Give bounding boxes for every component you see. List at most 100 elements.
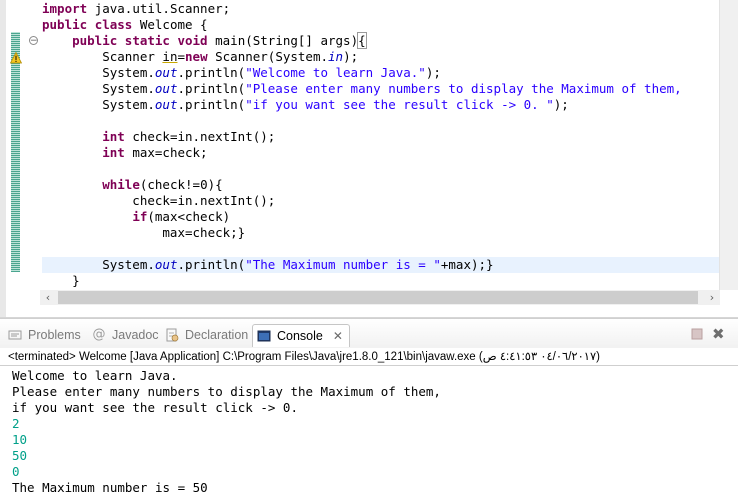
code-token: .println( bbox=[177, 257, 246, 272]
code-token: import bbox=[42, 1, 95, 16]
code-token: (check!=0){ bbox=[139, 177, 223, 192]
tab-declaration[interactable]: Declaration bbox=[161, 324, 248, 346]
console-output-line: Welcome to learn Java. bbox=[12, 368, 178, 383]
remove-launch-icon[interactable]: ✖ bbox=[712, 327, 726, 342]
code-token: java.util.Scanner; bbox=[94, 1, 231, 16]
javadoc-icon: @ bbox=[92, 327, 106, 342]
code-token: System. bbox=[42, 257, 155, 272]
code-token: public bbox=[42, 17, 95, 32]
horizontal-scrollbar[interactable]: ‹ › bbox=[40, 290, 720, 305]
declaration-icon bbox=[166, 328, 179, 342]
code-token: { bbox=[357, 32, 367, 49]
code-token: class bbox=[94, 17, 140, 32]
code-token: .println( bbox=[177, 81, 246, 96]
code-token: Welcome { bbox=[139, 17, 208, 32]
code-token: out bbox=[154, 81, 178, 96]
code-token: out bbox=[154, 97, 178, 112]
code-token: in bbox=[162, 49, 178, 64]
console-output-line: The Maximum number is = 50 bbox=[12, 480, 208, 495]
code-editor[interactable]: − import java.util.Scanner; public class … bbox=[0, 0, 738, 318]
code-token: "Please enter many numbers to display th… bbox=[245, 81, 682, 96]
console-output-area[interactable]: Welcome to learn Java. Please enter many … bbox=[0, 367, 738, 504]
code-line: } bbox=[42, 273, 80, 289]
code-line: if(max<check) bbox=[42, 209, 230, 225]
code-line: int check=in.nextInt(); bbox=[42, 129, 275, 145]
code-token: int bbox=[102, 145, 133, 160]
view-tab-bar: Problems @ Javadoc Declaration Console ✕… bbox=[0, 318, 738, 349]
code-token: public bbox=[72, 33, 125, 48]
code-token: +max);} bbox=[440, 257, 494, 272]
console-input-line: 10 bbox=[12, 432, 28, 447]
scroll-right-arrow-icon[interactable]: › bbox=[704, 290, 720, 305]
scroll-left-arrow-icon[interactable]: ‹ bbox=[40, 290, 56, 305]
code-token: while bbox=[102, 177, 140, 192]
code-token: "Welcome to learn Java." bbox=[245, 65, 426, 80]
tab-javadoc[interactable]: @ Javadoc bbox=[88, 324, 159, 346]
console-input-line: 0 bbox=[12, 464, 20, 479]
quick-diff-change-bar bbox=[11, 32, 20, 272]
code-line: System.out.println("if you want see the … bbox=[42, 97, 569, 113]
tab-console-label: Console bbox=[277, 329, 323, 343]
code-token: System. bbox=[42, 65, 155, 80]
code-token: void bbox=[177, 33, 216, 48]
code-token: check=in.nextInt(); bbox=[42, 193, 276, 208]
code-token: = bbox=[177, 49, 186, 64]
console-output-line: Please enter many numbers to display the… bbox=[12, 384, 441, 399]
code-token: static bbox=[124, 33, 178, 48]
code-line: import java.util.Scanner; bbox=[42, 1, 230, 17]
code-token: Scanner(System. bbox=[215, 49, 329, 64]
code-token: "if you want see the result click -> 0. … bbox=[245, 97, 554, 112]
tab-javadoc-label: Javadoc bbox=[112, 328, 159, 342]
terminate-icon[interactable] bbox=[690, 327, 704, 341]
code-token: out bbox=[154, 65, 178, 80]
tab-declaration-label: Declaration bbox=[185, 328, 249, 342]
console-output-line: if you want see the result click -> 0. bbox=[12, 400, 298, 415]
warning-icon[interactable] bbox=[10, 52, 22, 64]
code-token: .println( bbox=[177, 97, 246, 112]
code-token: System. bbox=[42, 81, 155, 96]
code-token: main(String[] args) bbox=[215, 33, 359, 48]
code-line: Scanner in=new Scanner(System.in); bbox=[42, 49, 358, 65]
problems-icon bbox=[8, 330, 22, 340]
code-token: ); bbox=[343, 49, 359, 64]
console-icon bbox=[257, 330, 271, 342]
tab-problems[interactable]: Problems bbox=[4, 324, 81, 346]
code-token: new bbox=[185, 49, 216, 64]
code-token: if bbox=[132, 209, 148, 224]
code-line: check=in.nextInt(); bbox=[42, 193, 275, 209]
code-token: in bbox=[328, 49, 344, 64]
code-token: System. bbox=[42, 97, 155, 112]
code-token: ); bbox=[425, 65, 441, 80]
console-input-line: 2 bbox=[12, 416, 20, 431]
code-token: int bbox=[102, 129, 133, 144]
console-status-line: <terminated> Welcome [Java Application] … bbox=[0, 348, 738, 366]
code-token: check=in.nextInt(); bbox=[132, 129, 276, 144]
code-line: System.out.println("Please enter many nu… bbox=[42, 81, 682, 97]
code-token: } bbox=[42, 273, 80, 288]
code-token: "The Maximum number is = " bbox=[245, 257, 441, 272]
code-token: Scanner bbox=[42, 49, 163, 64]
horizontal-scrollbar-thumb[interactable] bbox=[58, 291, 698, 304]
code-line: while(check!=0){ bbox=[42, 177, 223, 193]
close-icon[interactable]: ✕ bbox=[333, 325, 343, 347]
code-line: public static void main(String[] args){ bbox=[42, 32, 367, 49]
tab-problems-label: Problems bbox=[28, 328, 81, 342]
tab-console[interactable]: Console ✕ bbox=[252, 324, 350, 347]
code-token: .println( bbox=[177, 65, 246, 80]
code-token: max=check;} bbox=[42, 225, 246, 240]
console-input-line: 50 bbox=[12, 448, 28, 463]
code-line: System.out.println("The Maximum number i… bbox=[42, 257, 494, 273]
code-token: out bbox=[154, 257, 178, 272]
code-area[interactable]: import java.util.Scanner; public class We… bbox=[42, 0, 720, 290]
code-line: max=check;} bbox=[42, 225, 245, 241]
code-line: public class Welcome { bbox=[42, 17, 208, 33]
code-token: (max<check) bbox=[147, 209, 231, 224]
fold-collapse-icon[interactable]: − bbox=[29, 36, 38, 46]
code-token: ); bbox=[553, 97, 569, 112]
vertical-scrollbar[interactable] bbox=[719, 0, 738, 290]
